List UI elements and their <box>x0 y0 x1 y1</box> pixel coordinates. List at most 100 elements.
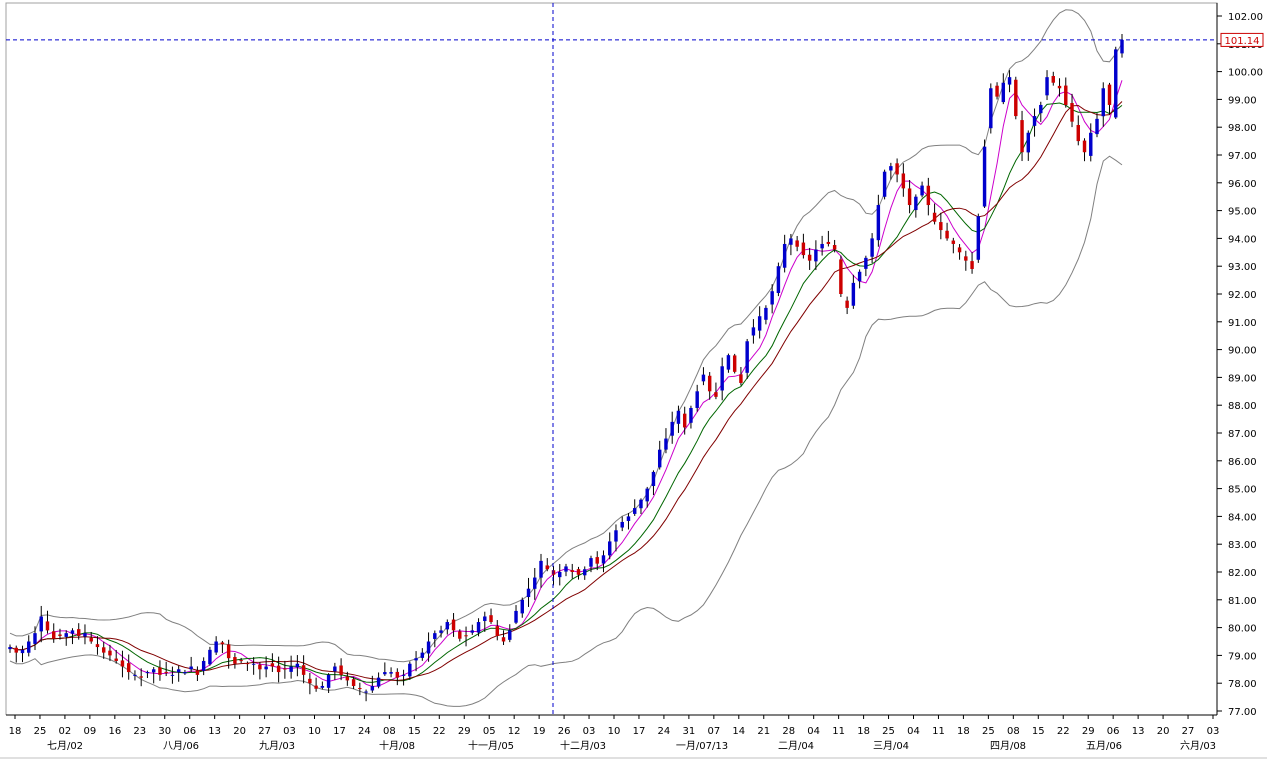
candle-body <box>83 633 87 637</box>
candle-body <box>276 665 281 673</box>
month-label: 二月/04 <box>778 740 814 752</box>
candle-body <box>620 521 624 528</box>
candle-body <box>314 685 318 689</box>
y-tick-label: 86.00 <box>1228 457 1257 468</box>
x-tick-label: 04 <box>907 726 920 737</box>
x-tick-label: 18 <box>957 726 970 737</box>
x-tick-label: 08 <box>1007 726 1020 737</box>
month-label: 三月/04 <box>873 740 909 752</box>
candle <box>732 353 737 374</box>
y-tick-label: 87.00 <box>1228 429 1257 440</box>
candle-body <box>614 530 618 542</box>
candle-body <box>689 407 693 423</box>
candle-body <box>339 665 343 675</box>
candle <box>982 139 987 208</box>
candle-body <box>458 631 462 639</box>
candle <box>882 169 887 200</box>
candle-body <box>714 392 718 397</box>
candle-body <box>926 185 931 206</box>
candle-body <box>895 163 899 175</box>
candle-body <box>739 374 743 383</box>
candle-body <box>114 658 118 661</box>
candle-body <box>451 619 456 631</box>
x-tick-label: 21 <box>757 726 770 737</box>
candle-body <box>220 642 225 645</box>
candlestick-chart[interactable]: 77.00 78.00 79.00 80.00 81.00 82.00 83.00 84.00… <box>0 0 1267 759</box>
candle-body <box>957 247 962 253</box>
candle-body <box>932 212 937 222</box>
candle-body <box>501 637 506 642</box>
candle-body <box>757 316 762 331</box>
y-tick-label: 84.00 <box>1228 512 1257 523</box>
candle-body <box>807 254 812 261</box>
candle-body <box>1114 49 1118 118</box>
candle-body <box>914 196 918 211</box>
candle-body <box>426 641 431 654</box>
candle-body <box>945 230 949 239</box>
candle-body <box>45 621 50 631</box>
candle <box>1114 46 1118 120</box>
x-tick-label: 17 <box>633 726 646 737</box>
x-tick-label: 31 <box>683 726 696 737</box>
candle-body <box>776 266 781 294</box>
x-tick-label: 16 <box>108 726 121 737</box>
candle-body <box>1001 82 1006 103</box>
candle-body <box>814 249 818 262</box>
x-tick-label: 13 <box>208 726 221 737</box>
y-tick-label: 83.00 <box>1228 540 1257 551</box>
candle-body <box>333 666 337 672</box>
candle-body <box>270 663 275 667</box>
candle-body <box>626 516 631 521</box>
candle-body <box>226 644 231 659</box>
candle-body <box>489 615 493 623</box>
candle-body <box>832 245 837 250</box>
month-label: 一月/07/13 <box>676 740 728 752</box>
candle-body <box>876 205 881 241</box>
candle-body <box>70 630 75 634</box>
candle-body <box>1107 84 1112 105</box>
candle-body <box>476 622 481 633</box>
candle-body <box>533 577 537 589</box>
candle-body <box>264 666 268 670</box>
x-tick-label: 22 <box>1057 726 1070 737</box>
candle-body <box>726 355 731 370</box>
candle-body <box>657 449 662 468</box>
x-tick-label: 19 <box>533 726 546 737</box>
candle-body <box>383 672 387 675</box>
x-tick-label: 14 <box>732 726 745 737</box>
x-tick-label: 22 <box>433 726 446 737</box>
candle-body <box>1064 85 1068 105</box>
candle-body <box>176 669 181 673</box>
candle-body <box>351 679 356 686</box>
candle-body <box>201 660 206 671</box>
candle-body <box>907 188 912 206</box>
candle-body <box>408 663 412 677</box>
candle-body <box>1101 88 1105 117</box>
candle-body <box>214 641 218 653</box>
x-tick-label: 11 <box>932 726 945 737</box>
candle-body <box>1020 120 1024 153</box>
candle-body <box>770 291 774 305</box>
x-tick-label: 04 <box>807 726 820 737</box>
x-tick-label: 25 <box>34 726 47 737</box>
candle-body <box>1120 39 1124 54</box>
candle-body <box>970 261 974 269</box>
x-tick-label: 15 <box>408 726 421 737</box>
candle-body <box>1070 103 1074 122</box>
month-label: 十二月/03 <box>560 739 606 752</box>
candle-body <box>545 565 549 570</box>
candle-body <box>58 634 62 636</box>
x-tick-label: 29 <box>1082 726 1095 737</box>
candle-body <box>707 375 712 392</box>
candle-body <box>1051 76 1055 83</box>
x-tick-label: 11 <box>832 726 845 737</box>
y-tick-label: 95.00 <box>1228 207 1257 218</box>
x-tick-label: 27 <box>258 726 271 737</box>
candle-body <box>183 672 187 674</box>
candle-body <box>720 366 724 391</box>
candle-body <box>551 570 556 575</box>
y-tick-label: 79.00 <box>1228 651 1257 662</box>
candle-body <box>651 471 656 487</box>
candle-body <box>414 658 418 661</box>
month-label: 四月/08 <box>990 740 1026 752</box>
